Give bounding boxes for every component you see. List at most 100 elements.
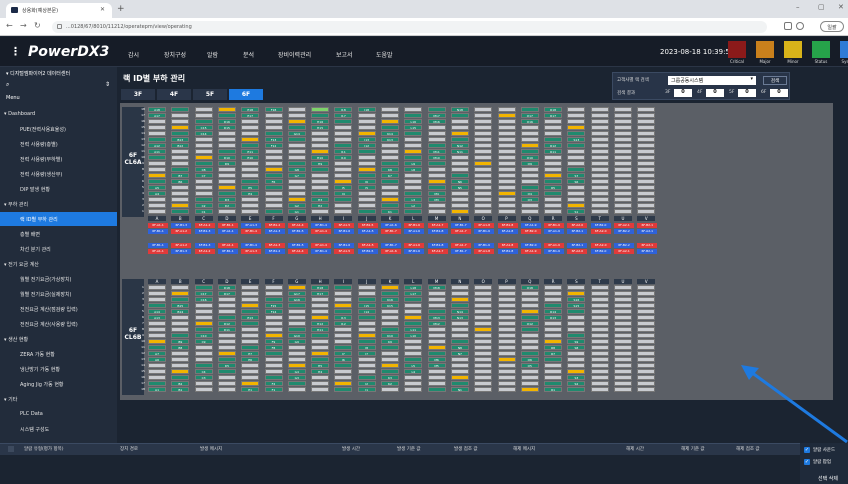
power-chip[interactable]: 6F-B1-9 — [544, 249, 565, 254]
power-chip[interactable]: 6F-A1-6 — [381, 249, 401, 254]
rack-cell[interactable] — [217, 381, 236, 386]
rack-cell[interactable] — [241, 381, 260, 386]
alarm-column-header[interactable]: 발생 점조 값 — [454, 446, 478, 452]
power-chip[interactable]: 6F-B2-0 — [520, 243, 541, 248]
url-field[interactable]: ...0128/67/8010/11212/operatepm/view/ope… — [52, 21, 767, 33]
alarm-level-critical[interactable] — [728, 41, 746, 58]
rack-cell[interactable] — [381, 369, 399, 374]
power-chip[interactable]: 6F-A1-4 — [311, 229, 332, 234]
rack-cell[interactable] — [148, 375, 166, 380]
rack-cell[interactable] — [427, 209, 446, 214]
rack-cell[interactable] — [264, 155, 283, 160]
rack-cell[interactable] — [334, 137, 353, 142]
rack-cell[interactable]: C3 — [194, 375, 213, 380]
rack-cell[interactable] — [217, 369, 236, 374]
rack-cell[interactable] — [637, 291, 656, 296]
rack-cell[interactable] — [520, 143, 539, 148]
rack-cell[interactable] — [474, 167, 493, 172]
rack-cell[interactable] — [194, 155, 213, 160]
rack-cell[interactable]: F6 — [264, 179, 283, 184]
rack-cell[interactable]: A17 — [148, 113, 166, 118]
rack-cell[interactable] — [427, 167, 446, 172]
rack-cell[interactable] — [381, 363, 399, 368]
rack-cell[interactable] — [614, 291, 632, 296]
rack-cell[interactable] — [264, 173, 283, 178]
rack-cell[interactable] — [194, 309, 213, 314]
rack-cell[interactable]: N8 — [450, 345, 469, 350]
rack-cell[interactable] — [241, 167, 260, 172]
rack-cell[interactable] — [148, 291, 166, 296]
rack-cell[interactable] — [357, 131, 376, 136]
rack-cell[interactable] — [148, 167, 166, 172]
power-chip[interactable]: 6F-B1-8 — [497, 223, 518, 228]
rack-cell[interactable] — [614, 321, 632, 326]
rack-cell[interactable] — [217, 333, 236, 338]
rack-cell[interactable] — [520, 203, 539, 208]
rack-cell[interactable] — [520, 173, 539, 178]
rack-cell[interactable] — [544, 303, 563, 308]
rack-cell[interactable] — [311, 333, 330, 338]
rack-cell[interactable]: J8 — [357, 345, 376, 350]
rack-cell[interactable]: I4 — [334, 191, 353, 196]
rack-cell[interactable] — [264, 351, 283, 356]
rack-cell[interactable] — [334, 203, 353, 208]
rack-cell[interactable]: H18 — [311, 285, 330, 290]
nav-menu-item[interactable]: 도움말 — [376, 50, 393, 59]
rack-cell[interactable] — [614, 119, 632, 124]
rack-cell[interactable]: D5 — [217, 363, 236, 368]
nav-menu-item[interactable]: 분석 — [243, 50, 254, 59]
rack-cell[interactable] — [381, 125, 399, 130]
sidebar-item[interactable]: 층별 배면 — [0, 227, 117, 241]
rack-cell[interactable]: L2 — [404, 203, 423, 208]
rack-cell[interactable] — [590, 351, 609, 356]
rack-cell[interactable] — [171, 107, 190, 112]
rack-cell[interactable] — [427, 131, 446, 136]
rack-cell[interactable] — [287, 119, 306, 124]
power-chip[interactable]: 6F-B2-2 — [614, 243, 634, 248]
rack-cell[interactable] — [474, 285, 493, 290]
rack-cell[interactable] — [427, 185, 446, 190]
rack-cell[interactable] — [311, 131, 330, 136]
rack-cell[interactable]: I12 — [334, 321, 353, 326]
rack-cell[interactable] — [194, 179, 213, 184]
rack-cell[interactable] — [520, 375, 539, 380]
rack-cell[interactable]: J2 — [357, 381, 376, 386]
rack-cell[interactable] — [614, 381, 632, 386]
rack-cell[interactable] — [404, 303, 423, 308]
rack-cell[interactable] — [171, 197, 190, 202]
rack-cell[interactable] — [544, 363, 563, 368]
rack-cell[interactable]: R11 — [544, 149, 563, 154]
power-chip[interactable]: 6F-B1-7 — [381, 243, 401, 248]
sidebar-item[interactable]: PUE(전력사용효율성) — [0, 122, 117, 136]
rack-cell[interactable] — [497, 155, 516, 160]
rack-cell[interactable] — [544, 191, 563, 196]
rack-cell[interactable]: B2 — [171, 381, 190, 386]
sidebar-search[interactable]: ⌕ ⇕ — [6, 81, 110, 91]
nav-menu-item[interactable]: 감시 — [128, 50, 139, 59]
rack-cell[interactable]: A11 — [148, 149, 166, 154]
power-chip[interactable]: 6F-B2-2 — [614, 229, 634, 234]
power-chip[interactable]: 6F-B1-9 — [474, 243, 495, 248]
rack-cell[interactable] — [637, 333, 656, 338]
rack-cell[interactable] — [450, 333, 469, 338]
rack-cell[interactable] — [404, 107, 423, 112]
power-chip[interactable]: 6F-B1-3 — [171, 249, 192, 254]
rack-cell[interactable]: I6 — [334, 357, 353, 362]
rack-cell[interactable] — [264, 125, 283, 130]
rack-cell[interactable] — [567, 357, 586, 362]
rack-cell[interactable] — [194, 161, 213, 166]
rack-cell[interactable] — [217, 173, 236, 178]
rack-cell[interactable]: M5 — [427, 363, 446, 368]
rack-cell[interactable] — [287, 351, 306, 356]
rack-cell[interactable] — [474, 297, 493, 302]
rack-cell[interactable] — [194, 191, 213, 196]
rack-cell[interactable]: Q6 — [520, 357, 539, 362]
rack-cell[interactable] — [450, 381, 469, 386]
rack-cell[interactable] — [567, 369, 586, 374]
search-button[interactable]: 검색 — [763, 76, 787, 85]
rack-cell[interactable] — [497, 173, 516, 178]
rack-cell[interactable] — [148, 131, 166, 136]
rack-cell[interactable] — [474, 303, 493, 308]
alarm-column-header[interactable]: 해제 점조 값 — [736, 446, 760, 452]
rack-cell[interactable] — [590, 375, 609, 380]
